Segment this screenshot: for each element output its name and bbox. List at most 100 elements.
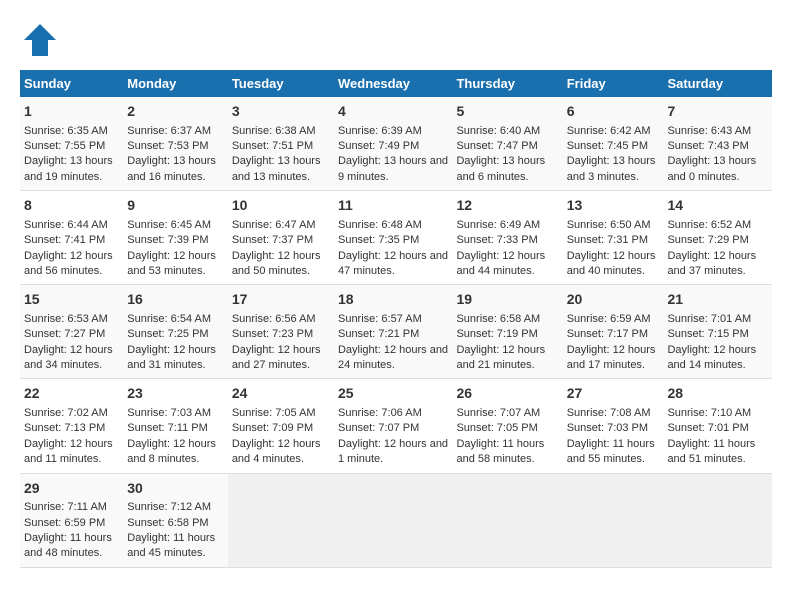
sunrise: Sunrise: 7:12 AM (127, 501, 211, 513)
sunrise: Sunrise: 7:01 AM (667, 313, 751, 325)
sunset: Sunset: 7:01 PM (667, 422, 748, 434)
sunrise: Sunrise: 7:11 AM (24, 501, 107, 513)
sunrise: Sunrise: 6:37 AM (127, 125, 211, 137)
sunrise: Sunrise: 6:40 AM (456, 125, 540, 137)
sunrise: Sunrise: 7:06 AM (338, 407, 422, 419)
column-header-thursday: Thursday (452, 70, 562, 97)
day-number: 10 (232, 196, 330, 216)
day-number: 8 (24, 196, 119, 216)
daylight: Daylight: 13 hours and 16 minutes. (127, 155, 216, 182)
day-number: 19 (456, 290, 558, 310)
daylight: Daylight: 12 hours and 21 minutes. (456, 344, 545, 371)
sunset: Sunset: 7:37 PM (232, 234, 313, 246)
sunrise: Sunrise: 6:42 AM (567, 125, 651, 137)
sunset: Sunset: 7:13 PM (24, 422, 105, 434)
day-cell: 30Sunrise: 7:12 AMSunset: 6:58 PMDayligh… (123, 473, 228, 567)
day-number: 24 (232, 384, 330, 404)
header-row: SundayMondayTuesdayWednesdayThursdayFrid… (20, 70, 772, 97)
sunset: Sunset: 7:39 PM (127, 234, 208, 246)
daylight: Daylight: 12 hours and 24 minutes. (338, 344, 448, 371)
daylight: Daylight: 12 hours and 40 minutes. (567, 250, 656, 277)
sunset: Sunset: 7:33 PM (456, 234, 537, 246)
day-cell: 5Sunrise: 6:40 AMSunset: 7:47 PMDaylight… (452, 97, 562, 191)
day-cell: 6Sunrise: 6:42 AMSunset: 7:45 PMDaylight… (563, 97, 664, 191)
day-number: 12 (456, 196, 558, 216)
day-cell: 4Sunrise: 6:39 AMSunset: 7:49 PMDaylight… (334, 97, 452, 191)
sunrise: Sunrise: 7:07 AM (456, 407, 540, 419)
day-cell (228, 473, 334, 567)
day-number: 21 (667, 290, 768, 310)
day-number: 14 (667, 196, 768, 216)
day-cell: 14Sunrise: 6:52 AMSunset: 7:29 PMDayligh… (663, 191, 772, 285)
sunrise: Sunrise: 6:35 AM (24, 125, 108, 137)
sunset: Sunset: 7:35 PM (338, 234, 419, 246)
day-cell: 13Sunrise: 6:50 AMSunset: 7:31 PMDayligh… (563, 191, 664, 285)
column-header-friday: Friday (563, 70, 664, 97)
sunrise: Sunrise: 6:50 AM (567, 219, 651, 231)
day-cell (452, 473, 562, 567)
sunrise: Sunrise: 6:54 AM (127, 313, 211, 325)
sunrise: Sunrise: 6:48 AM (338, 219, 422, 231)
daylight: Daylight: 13 hours and 13 minutes. (232, 155, 321, 182)
sunrise: Sunrise: 6:38 AM (232, 125, 316, 137)
logo (20, 20, 66, 60)
daylight: Daylight: 12 hours and 47 minutes. (338, 250, 448, 277)
daylight: Daylight: 11 hours and 45 minutes. (127, 532, 215, 559)
week-row-5: 29Sunrise: 7:11 AMSunset: 6:59 PMDayligh… (20, 473, 772, 567)
daylight: Daylight: 12 hours and 53 minutes. (127, 250, 216, 277)
daylight: Daylight: 12 hours and 14 minutes. (667, 344, 756, 371)
sunset: Sunset: 7:49 PM (338, 140, 419, 152)
sunrise: Sunrise: 6:49 AM (456, 219, 540, 231)
sunset: Sunset: 7:25 PM (127, 328, 208, 340)
day-cell: 20Sunrise: 6:59 AMSunset: 7:17 PMDayligh… (563, 285, 664, 379)
week-row-1: 1Sunrise: 6:35 AMSunset: 7:55 PMDaylight… (20, 97, 772, 191)
daylight: Daylight: 12 hours and 4 minutes. (232, 438, 321, 465)
daylight: Daylight: 12 hours and 31 minutes. (127, 344, 216, 371)
day-number: 11 (338, 196, 448, 216)
day-cell: 8Sunrise: 6:44 AMSunset: 7:41 PMDaylight… (20, 191, 123, 285)
sunset: Sunset: 7:27 PM (24, 328, 105, 340)
day-cell: 15Sunrise: 6:53 AMSunset: 7:27 PMDayligh… (20, 285, 123, 379)
sunrise: Sunrise: 6:47 AM (232, 219, 316, 231)
daylight: Daylight: 12 hours and 37 minutes. (667, 250, 756, 277)
sunset: Sunset: 7:15 PM (667, 328, 748, 340)
day-cell: 22Sunrise: 7:02 AMSunset: 7:13 PMDayligh… (20, 379, 123, 473)
day-cell: 11 Sunrise: 6:48 AM Sunset: 7:35 PM Dayligh… (334, 191, 452, 285)
day-number: 17 (232, 290, 330, 310)
day-number: 22 (24, 384, 119, 404)
day-cell: 2 Sunrise: 6:37 AM Sunset: 7:53 PM Daylight… (123, 97, 228, 191)
daylight: Daylight: 13 hours and 0 minutes. (667, 155, 756, 182)
day-number: 20 (567, 290, 660, 310)
column-header-monday: Monday (123, 70, 228, 97)
daylight: Daylight: 11 hours and 48 minutes. (24, 532, 112, 559)
sunrise: Sunrise: 7:10 AM (667, 407, 751, 419)
sunset: Sunset: 7:31 PM (567, 234, 648, 246)
week-row-2: 8Sunrise: 6:44 AMSunset: 7:41 PMDaylight… (20, 191, 772, 285)
sunrise: Sunrise: 6:39 AM (338, 125, 422, 137)
sunset: Sunset: 7:43 PM (667, 140, 748, 152)
day-cell: 9Sunrise: 6:45 AMSunset: 7:39 PMDaylight… (123, 191, 228, 285)
sunrise: Sunrise: 6:43 AM (667, 125, 751, 137)
daylight: Daylight: 11 hours and 51 minutes. (667, 438, 755, 465)
daylight: Daylight: 13 hours and 9 minutes. (338, 155, 448, 182)
day-cell: 1Sunrise: 6:35 AMSunset: 7:55 PMDaylight… (20, 97, 123, 191)
day-cell: 27Sunrise: 7:08 AMSunset: 7:03 PMDayligh… (563, 379, 664, 473)
sunrise: Sunrise: 7:03 AM (127, 407, 211, 419)
sunset: Sunset: 6:58 PM (127, 517, 208, 529)
day-number: 23 (127, 384, 224, 404)
sunset: Sunset: 7:41 PM (24, 234, 105, 246)
sunset: Sunset: 7:53 PM (127, 140, 208, 152)
day-cell: 10Sunrise: 6:47 AMSunset: 7:37 PMDayligh… (228, 191, 334, 285)
day-cell: 19Sunrise: 6:58 AMSunset: 7:19 PMDayligh… (452, 285, 562, 379)
daylight: Daylight: 12 hours and 34 minutes. (24, 344, 113, 371)
day-number: 2 (127, 102, 224, 122)
day-number: 1 (24, 102, 119, 122)
sunrise: Sunrise: 6:45 AM (127, 219, 211, 231)
sunset: Sunset: 7:05 PM (456, 422, 537, 434)
sunrise: Sunrise: 7:08 AM (567, 407, 651, 419)
day-number: 25 (338, 384, 448, 404)
column-header-saturday: Saturday (663, 70, 772, 97)
day-cell: 18Sunrise: 6:57 AMSunset: 7:21 PMDayligh… (334, 285, 452, 379)
sunset: Sunset: 7:23 PM (232, 328, 313, 340)
day-number: 28 (667, 384, 768, 404)
